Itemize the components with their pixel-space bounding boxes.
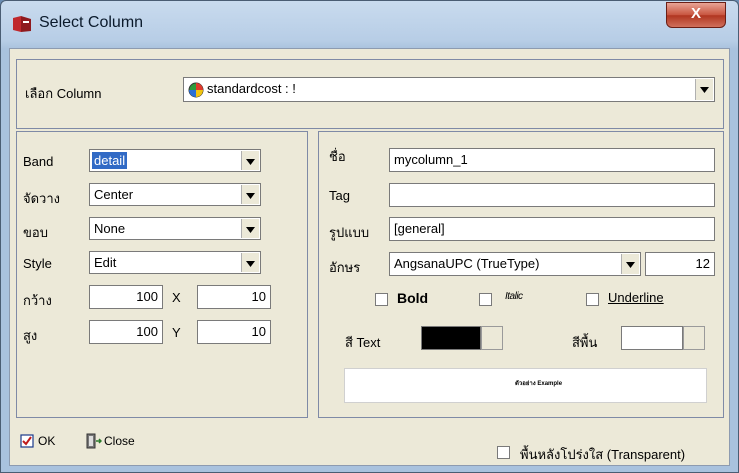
column-select-label: เลือก Column: [25, 86, 102, 101]
band-dropdown-arrow[interactable]: [241, 151, 259, 170]
band-label: Band: [23, 154, 54, 169]
close-window-button[interactable]: X: [666, 2, 726, 28]
width-input[interactable]: 100: [89, 285, 163, 309]
italic-label: Italic: [505, 291, 523, 302]
name-label: ชื่อ: [329, 149, 346, 164]
font-value: AngsanaUPC (TrueType): [394, 256, 540, 271]
italic-checkbox[interactable]: [479, 293, 492, 306]
text-color-label: สี Text: [345, 335, 381, 350]
column-select-value: standardcost : !: [207, 81, 296, 96]
column-select-dropdown[interactable]: standardcost : !: [183, 77, 715, 102]
font-size-input[interactable]: 12: [645, 252, 715, 276]
window-title: Select Column: [39, 14, 144, 31]
bg-color-swatch[interactable]: [621, 326, 683, 350]
font-dropdown[interactable]: AngsanaUPC (TrueType): [389, 252, 641, 276]
style-label: Style: [23, 256, 52, 271]
title-bar[interactable]: Select Column X: [1, 1, 738, 45]
close-label: Close: [104, 434, 135, 448]
format-label: รูปแบบ: [329, 225, 370, 240]
tag-input[interactable]: [389, 183, 715, 207]
y-input[interactable]: 10: [197, 320, 271, 344]
transparent-label: พื้นหลังโปร่งใส (Transparent): [520, 447, 686, 462]
font-dropdown-arrow[interactable]: [621, 254, 639, 274]
chevron-down-icon: [246, 227, 255, 233]
height-label: สูง: [23, 328, 38, 343]
chevron-down-icon: [246, 193, 255, 199]
border-dropdown[interactable]: None: [89, 217, 261, 240]
ok-label: OK: [38, 434, 56, 448]
bold-label: Bold: [397, 290, 429, 306]
width-label: กว้าง: [23, 293, 52, 308]
select-column-window: Select Column X เลือก Column standardcos…: [0, 0, 739, 473]
font-preview-text: ตัวอย่าง Example: [515, 381, 563, 387]
text-color-swatch[interactable]: [421, 326, 481, 350]
font-preview-box: ตัวอย่าง Example: [344, 368, 707, 403]
layout-properties-group: Band detail จัดวาง Center ขอบ None Style…: [16, 131, 308, 418]
ok-icon: [20, 434, 34, 448]
y-label: Y: [172, 325, 181, 340]
underline-checkbox[interactable]: [586, 293, 599, 306]
chevron-down-icon: [700, 87, 709, 93]
column-select-arrow[interactable]: [695, 79, 713, 100]
border-value: None: [94, 221, 126, 236]
font-label: อักษร: [329, 260, 361, 275]
x-input[interactable]: 10: [197, 285, 271, 309]
format-input[interactable]: [general]: [389, 217, 715, 241]
height-input[interactable]: 100: [89, 320, 163, 344]
chevron-down-icon: [246, 159, 255, 165]
exit-door-icon: [86, 433, 102, 449]
underline-label: Underline: [608, 290, 664, 305]
text-color-picker-button[interactable]: [481, 326, 503, 350]
style-dropdown[interactable]: Edit: [89, 251, 261, 274]
align-label: จัดวาง: [23, 191, 61, 206]
name-input[interactable]: mycolumn_1: [389, 148, 715, 172]
chevron-down-icon: [626, 262, 635, 268]
bg-color-label: สีพื้น: [572, 335, 598, 350]
align-dropdown[interactable]: Center: [89, 183, 261, 206]
tag-label: Tag: [329, 188, 350, 203]
column-select-group: เลือก Column standardcost : !: [16, 59, 724, 129]
align-dropdown-arrow[interactable]: [241, 185, 259, 204]
dialog-body: เลือก Column standardcost : ! Band detai…: [9, 48, 730, 466]
style-value: Edit: [94, 255, 117, 270]
bold-checkbox[interactable]: [375, 293, 388, 306]
border-dropdown-arrow[interactable]: [241, 219, 259, 238]
app-icon: [13, 16, 31, 32]
band-dropdown[interactable]: detail: [89, 149, 261, 172]
align-value: Center: [94, 187, 134, 202]
x-label: X: [172, 290, 181, 305]
color-ball-icon: [188, 82, 204, 98]
transparent-checkbox[interactable]: [497, 446, 510, 459]
border-label: ขอบ: [23, 225, 48, 240]
close-icon: X: [690, 5, 701, 22]
band-value: detail: [92, 152, 128, 169]
chevron-down-icon: [246, 261, 255, 267]
bg-color-picker-button[interactable]: [683, 326, 705, 350]
style-dropdown-arrow[interactable]: [241, 253, 259, 272]
